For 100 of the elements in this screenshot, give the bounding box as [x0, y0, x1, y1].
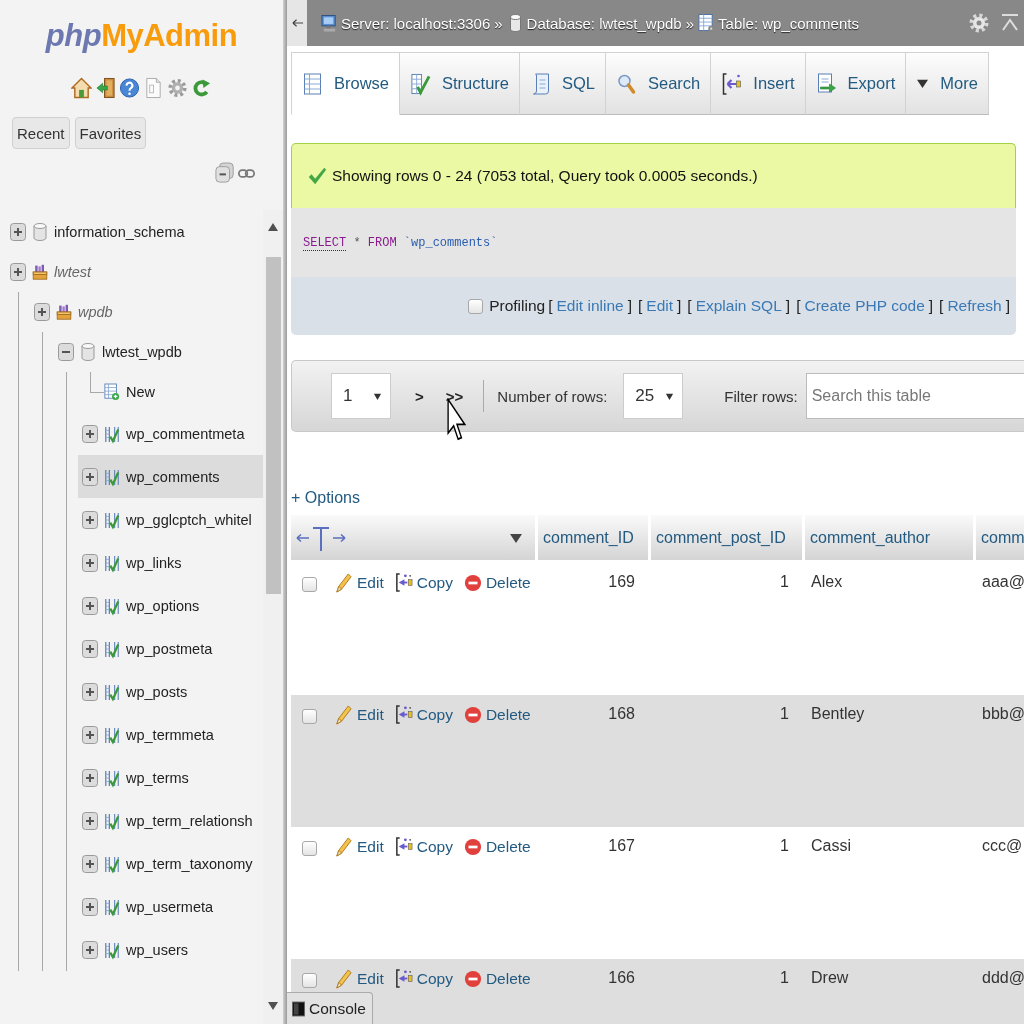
filter-field[interactable]: Search this table — [805, 373, 1024, 419]
action-link[interactable]: Edit — [334, 835, 384, 858]
checkbox[interactable] — [302, 577, 317, 592]
column-header[interactable]: comment_post_ID — [651, 515, 802, 560]
query-link[interactable]: Edit inline — [556, 297, 624, 315]
column-header[interactable]: comment_author — [805, 515, 973, 560]
breadcrumb-link[interactable]: Database: lwtest_wpdb — [506, 13, 682, 33]
column-header[interactable]: comment_ID — [538, 515, 648, 560]
action-link[interactable]: Edit — [334, 703, 384, 726]
tree-item[interactable]: wp_users — [78, 928, 263, 971]
tree-item[interactable]: wp_term_relationsh — [78, 799, 263, 842]
plus-box-icon[interactable] — [82, 639, 98, 658]
tree-item[interactable]: wp_posts — [78, 670, 263, 713]
action-link[interactable]: Delete — [463, 573, 531, 592]
plus-box-icon[interactable] — [82, 940, 98, 959]
tab[interactable]: Browse — [291, 52, 401, 115]
copy-icon — [393, 967, 413, 990]
table-cell-text: ccc@ — [981, 836, 1024, 855]
checkbox[interactable] — [468, 298, 484, 314]
scroll-down-arrow-icon[interactable] — [268, 1002, 278, 1010]
tree-item[interactable]: information_schema — [6, 212, 263, 252]
pencil-icon — [334, 703, 353, 726]
next-page-button[interactable]: > — [413, 387, 426, 405]
link-icon[interactable] — [238, 167, 255, 179]
plus-box-icon[interactable] — [82, 424, 98, 443]
logo[interactable]: phpMyAdmin — [45, 14, 238, 58]
help-icon[interactable] — [119, 76, 140, 100]
column-header[interactable]: comm — [976, 515, 1024, 560]
collapse-all-icon[interactable] — [215, 162, 235, 184]
query-link[interactable]: Create PHP code — [804, 297, 925, 315]
options-link[interactable]: + Options — [291, 485, 360, 511]
home-icon[interactable] — [71, 76, 92, 100]
tree-item[interactable]: lwtest — [6, 252, 263, 292]
rows-select[interactable]: 25 — [623, 373, 684, 419]
last-page-button[interactable]: >> — [443, 387, 466, 405]
tree-item[interactable]: wp_commentmeta — [78, 412, 263, 455]
breadcrumb-link[interactable]: Server: localhost:3306 — [321, 13, 491, 33]
action-link[interactable]: Copy — [393, 967, 453, 990]
tree-item[interactable]: wp_links — [78, 541, 263, 584]
breadcrumb-link[interactable]: Table: wp_comments — [698, 13, 859, 33]
tab[interactable]: Search — [606, 52, 712, 115]
scroll-up-arrow-icon[interactable] — [268, 223, 278, 231]
tree-item[interactable]: wp_terms — [78, 756, 263, 799]
tree-item[interactable]: wp_comments — [78, 455, 263, 498]
action-link[interactable]: Edit — [334, 571, 384, 594]
copy-icon — [393, 703, 413, 726]
plus-box-icon[interactable] — [82, 725, 98, 744]
action-link[interactable]: Edit — [334, 967, 384, 990]
plus-box-icon[interactable] — [82, 596, 98, 615]
plus-box-icon[interactable] — [82, 854, 98, 873]
tree-item[interactable]: wp_gglcptch_whitel — [78, 498, 263, 541]
caret-icon — [916, 78, 930, 89]
plus-box-icon[interactable] — [34, 303, 50, 321]
minus-box-icon[interactable] — [58, 343, 74, 361]
tree-item[interactable]: wp_usermeta — [78, 885, 263, 928]
checkbox[interactable] — [302, 841, 317, 856]
action-link[interactable]: Delete — [463, 837, 531, 856]
plus-box-icon[interactable] — [10, 223, 26, 241]
plus-box-icon[interactable] — [82, 467, 98, 486]
checkbox[interactable] — [302, 973, 317, 988]
query-link[interactable]: Explain SQL — [695, 297, 782, 315]
panel-button[interactable]: Favorites — [74, 117, 147, 149]
tree-item[interactable]: wp_termmeta — [78, 713, 263, 756]
console-tab[interactable]: Console — [287, 992, 373, 1024]
tree-item[interactable]: wp_options — [78, 584, 263, 627]
tree-item[interactable]: wp_postmeta — [78, 627, 263, 670]
tab[interactable]: SQL — [520, 52, 606, 115]
page-select[interactable]: 1 — [331, 373, 391, 419]
door-icon[interactable] — [95, 76, 116, 100]
tree-item[interactable]: New — [78, 372, 263, 412]
plus-box-icon[interactable] — [82, 682, 98, 701]
caret-icon[interactable] — [509, 531, 523, 544]
tree-item[interactable]: wp_term_taxonomy — [78, 842, 263, 885]
action-link[interactable]: Copy — [393, 703, 453, 726]
action-link[interactable]: Delete — [463, 969, 531, 988]
plus-box-icon[interactable] — [10, 263, 26, 281]
breadcrumb-separator: » — [494, 14, 503, 32]
tree-item[interactable]: wpdb — [30, 292, 263, 332]
tab[interactable]: More — [906, 52, 989, 115]
plus-box-icon[interactable] — [82, 768, 98, 787]
plus-box-icon[interactable] — [82, 897, 98, 916]
plus-box-icon[interactable] — [82, 510, 98, 529]
panel-button[interactable]: Recent — [12, 117, 70, 149]
query-link[interactable]: Refresh — [947, 297, 1002, 315]
plus-box-icon[interactable] — [82, 811, 98, 830]
tab[interactable]: Structure — [400, 52, 520, 115]
checkbox[interactable] — [302, 709, 317, 724]
scrollbar-thumb[interactable] — [265, 257, 281, 594]
tree-item[interactable]: lwtest_wpdb — [54, 332, 263, 372]
database-icon — [32, 222, 48, 242]
tab[interactable]: Insert — [711, 52, 806, 115]
settings-icon[interactable] — [167, 76, 188, 100]
filter-label: Filter rows: — [724, 387, 798, 405]
bracket-text: [ — [939, 297, 944, 315]
settings-icon[interactable] — [968, 11, 990, 35]
action-link[interactable]: Copy — [393, 571, 453, 594]
tab[interactable]: Export — [805, 52, 907, 115]
plus-box-icon[interactable] — [82, 553, 98, 572]
action-link[interactable]: Delete — [463, 705, 531, 724]
action-link[interactable]: Copy — [393, 835, 453, 858]
